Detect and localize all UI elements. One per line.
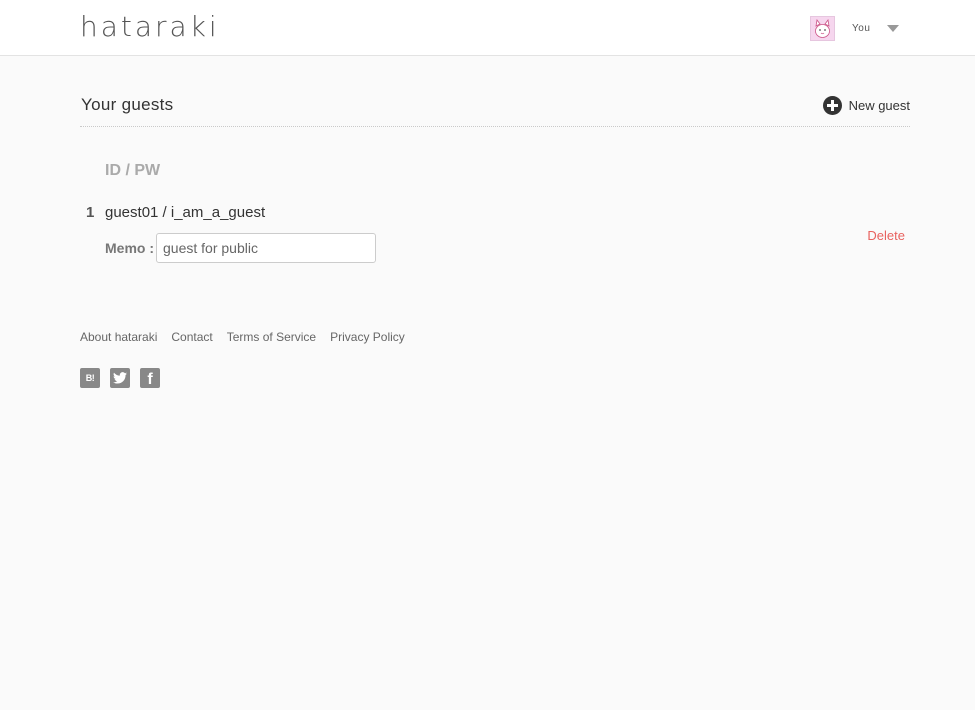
guest-row: 1 guest01 / i_am_a_guest Memo : Delete — [80, 200, 910, 270]
cat-avatar-icon[interactable] — [810, 15, 835, 41]
user-name[interactable]: You — [852, 23, 870, 34]
page-title: Your guests — [81, 95, 174, 114]
footer-link-privacy[interactable]: Privacy Policy — [330, 330, 405, 344]
hatena-bookmark-icon[interactable]: B! — [80, 368, 100, 388]
new-guest-label: New guest — [848, 98, 910, 113]
footer-links: About hataraki Contact Terms of Service … — [80, 330, 419, 344]
column-header-id-pw: ID / PW — [105, 162, 161, 179]
user-menu[interactable]: You — [810, 15, 900, 41]
footer-link-contact[interactable]: Contact — [171, 330, 212, 344]
logo[interactable]: hataraki — [80, 9, 220, 45]
memo-label: Memo : — [105, 240, 154, 256]
social-buttons: B! f — [80, 368, 170, 388]
footer-link-terms[interactable]: Terms of Service — [227, 330, 316, 344]
plus-circle-icon — [822, 96, 842, 115]
memo-input[interactable] — [156, 233, 376, 263]
facebook-glyph: f — [147, 370, 153, 388]
guest-credentials: guest01 / i_am_a_guest — [105, 204, 266, 221]
new-guest-button[interactable]: New guest — [822, 96, 910, 115]
twitter-icon[interactable] — [110, 368, 130, 388]
delete-guest-link[interactable]: Delete — [867, 228, 905, 243]
guest-number: 1 — [86, 204, 95, 221]
caret-down-icon[interactable] — [887, 24, 900, 32]
facebook-icon[interactable]: f — [140, 368, 160, 388]
footer-link-about[interactable]: About hataraki — [80, 330, 157, 344]
top-bar: hataraki You — [0, 0, 975, 56]
hatena-glyph: B! — [85, 373, 95, 383]
guests-section-header: Your guests New guest — [80, 90, 910, 127]
